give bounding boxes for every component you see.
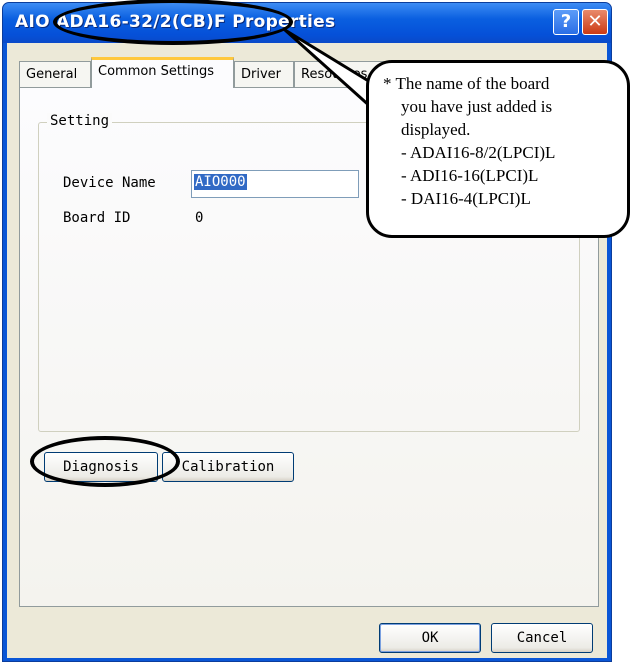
callout-line: - ADAI16-8/2(LPCI)L [401,143,556,162]
tab-common-settings[interactable]: Common Settings [91,57,234,88]
callout-line: - DAI16-4(LPCI)L [401,189,531,208]
callout-line: displayed. [401,120,471,139]
annotation-callout: * The name of the board you have just ad… [366,60,630,238]
callout-line: you have just added is [401,97,553,116]
callout-line: - ADI16-16(LPCI)L [401,166,539,185]
callout-line: * The name of the board [383,74,550,93]
